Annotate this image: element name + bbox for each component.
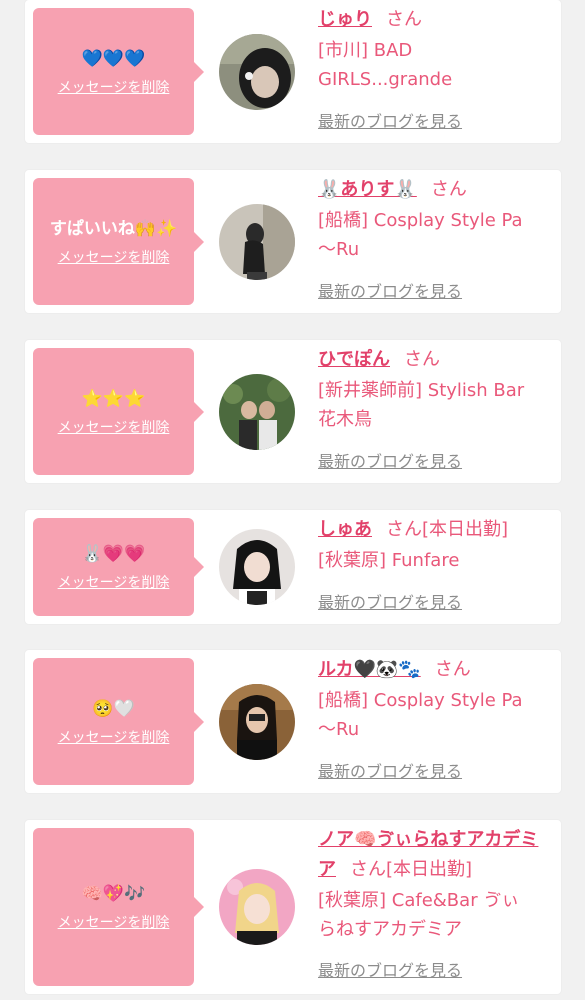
message-bubble: すぱいいね🙌✨ メッセージを削除: [33, 178, 204, 305]
latest-blog-link[interactable]: 最新のブログを見る: [318, 961, 462, 981]
san-suffix: さん: [434, 659, 471, 680]
shop-name: [市川] BAD GIRLS...grande: [318, 36, 554, 94]
message-bubble: 🥺🤍 メッセージを削除: [33, 658, 204, 785]
shop-name: [秋葉原] Cafe&Bar ゔぃ らねすアカデミア: [318, 886, 554, 944]
message-text: 🥺🤍: [92, 698, 135, 719]
name-line: ノア🧠ゔぃらねすアカデミア さん[本日出勤]: [318, 825, 554, 885]
shop-name: [船橋] Cosplay Style Pa 〜Ru: [318, 686, 554, 744]
avatar[interactable]: [219, 529, 295, 605]
profile-info: 🐰ありす🐰 さん [船橋] Cosplay Style Pa 〜Ru: [318, 175, 554, 264]
message-card: すぱいいね🙌✨ メッセージを削除 🐰ありす🐰 さん [船橋] Cosplay St…: [25, 170, 561, 313]
san-suffix: さん: [404, 349, 440, 370]
shop-line: [船橋] Cosplay Style Pa: [318, 690, 523, 711]
avatar[interactable]: [219, 684, 295, 760]
message-text: ⭐⭐⭐: [81, 388, 146, 409]
message-list: 💙💙💙 メッセージを削除 じゅり さん [市川] BAD GIRLS...gran…: [0, 0, 585, 1000]
girl-name-link[interactable]: 🐰ありす🐰: [318, 179, 417, 200]
delete-message-link[interactable]: メッセージを削除: [58, 729, 170, 747]
shop-line: 花木鳥: [318, 409, 372, 430]
shop-name: [秋葉原] Funfare: [318, 546, 554, 575]
delete-message-link[interactable]: メッセージを削除: [58, 574, 170, 592]
san-suffix: さん: [386, 9, 422, 30]
delete-message-link[interactable]: メッセージを削除: [58, 249, 170, 267]
delete-message-link[interactable]: メッセージを削除: [58, 79, 170, 97]
name-line: ルカ🖤🐼🐾 さん: [318, 655, 554, 685]
message-card: ⭐⭐⭐ メッセージを削除 ひでぽん さん [新井薬師前] Stylish Bar …: [25, 340, 561, 483]
shop-name: [新井薬師前] Stylish Bar 花木鳥: [318, 376, 554, 434]
shop-line: [市川] BAD: [318, 40, 413, 61]
shop-line: 〜Ru: [318, 719, 360, 740]
name-line: じゅり さん: [318, 5, 554, 35]
san-suffix: さん: [430, 179, 467, 200]
message-card: 🥺🤍 メッセージを削除 ルカ🖤🐼🐾 さん [船橋] Cosplay Style P…: [25, 650, 561, 793]
status-text: [本日出勤]: [422, 519, 509, 540]
message-card: 💙💙💙 メッセージを削除 じゅり さん [市川] BAD GIRLS...gran…: [25, 0, 561, 143]
message-card: 🧠💖🎶 メッセージを削除 ノア🧠ゔぃらねすアカデミア さん[本日出勤] [秋葉原]…: [25, 820, 561, 994]
latest-blog-link[interactable]: 最新のブログを見る: [318, 452, 462, 472]
shop-name: [船橋] Cosplay Style Pa 〜Ru: [318, 206, 554, 264]
shop-line: [秋葉原] Funfare: [318, 550, 460, 571]
profile-info: ひでぽん さん [新井薬師前] Stylish Bar 花木鳥: [318, 345, 554, 434]
message-bubble: 🧠💖🎶 メッセージを削除: [33, 828, 204, 986]
shop-line: らねすアカデミア: [318, 919, 462, 940]
avatar[interactable]: [219, 374, 295, 450]
profile-info: ノア🧠ゔぃらねすアカデミア さん[本日出勤] [秋葉原] Cafe&Bar ゔぃ …: [318, 825, 554, 944]
latest-blog-link[interactable]: 最新のブログを見る: [318, 593, 462, 613]
message-text: すぱいいね🙌✨: [49, 218, 178, 239]
latest-blog-link[interactable]: 最新のブログを見る: [318, 762, 462, 782]
profile-info: しゅあ さん[本日出勤] [秋葉原] Funfare: [318, 515, 554, 575]
delete-message-link[interactable]: メッセージを削除: [58, 419, 170, 437]
message-text: 🧠💖🎶: [81, 884, 146, 904]
message-text: 💙💙💙: [81, 48, 146, 69]
name-line: しゅあ さん[本日出勤]: [318, 515, 554, 545]
message-bubble: 💙💙💙 メッセージを削除: [33, 8, 204, 135]
name-line: 🐰ありす🐰 さん: [318, 175, 554, 205]
shop-line: [新井薬師前] Stylish Bar: [318, 380, 525, 401]
girl-name-link[interactable]: しゅあ: [318, 519, 372, 540]
avatar[interactable]: [219, 869, 295, 945]
message-bubble: 🐰💗💗 メッセージを削除: [33, 518, 204, 616]
shop-line: [船橋] Cosplay Style Pa: [318, 210, 523, 231]
message-bubble: ⭐⭐⭐ メッセージを削除: [33, 348, 204, 475]
message-card: 🐰💗💗 メッセージを削除 しゅあ さん[本日出勤] [秋葉原] Funfare 最…: [25, 510, 561, 624]
profile-info: じゅり さん [市川] BAD GIRLS...grande: [318, 5, 554, 94]
girl-name-link[interactable]: じゅり: [318, 9, 372, 30]
status-text: [本日出勤]: [386, 859, 473, 880]
girl-name-link[interactable]: ひでぽん: [318, 349, 390, 370]
shop-line: [秋葉原] Cafe&Bar ゔぃ: [318, 890, 520, 911]
shop-line: GIRLS...grande: [318, 69, 453, 90]
girl-name-link[interactable]: ルカ🖤🐼🐾: [318, 659, 421, 680]
delete-message-link[interactable]: メッセージを削除: [58, 914, 170, 932]
profile-info: ルカ🖤🐼🐾 さん [船橋] Cosplay Style Pa 〜Ru: [318, 655, 554, 744]
avatar[interactable]: [219, 204, 295, 280]
name-line: ひでぽん さん: [318, 345, 554, 375]
shop-line: 〜Ru: [318, 239, 360, 260]
latest-blog-link[interactable]: 最新のブログを見る: [318, 112, 462, 132]
san-suffix: さん: [350, 859, 386, 880]
message-text: 🐰💗💗: [81, 544, 146, 564]
san-suffix: さん: [386, 519, 422, 540]
latest-blog-link[interactable]: 最新のブログを見る: [318, 282, 462, 302]
avatar[interactable]: [219, 34, 295, 110]
